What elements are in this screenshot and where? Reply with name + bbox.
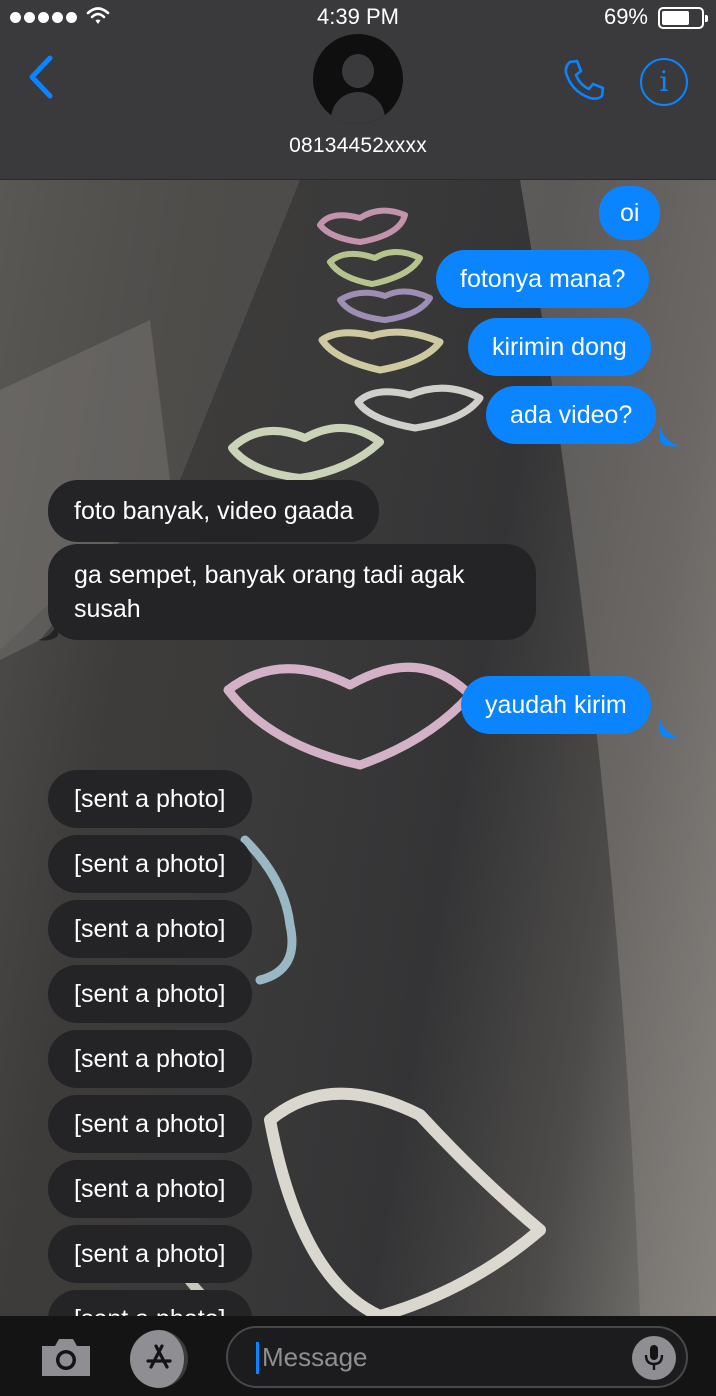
message-placeholder: Message bbox=[262, 1342, 368, 1372]
battery-icon bbox=[658, 7, 708, 29]
camera-icon[interactable] bbox=[38, 1334, 94, 1380]
battery-percentage: 69% bbox=[603, 4, 648, 29]
status-bar: 4:39 PM 69% bbox=[0, 0, 716, 34]
message-bubble-outgoing[interactable]: yaudah kirim bbox=[461, 676, 651, 734]
app-store-icon[interactable] bbox=[130, 1330, 188, 1388]
message-bubble-outgoing[interactable]: ada video? bbox=[486, 386, 657, 444]
bubble-tail bbox=[38, 620, 58, 641]
info-icon[interactable]: i bbox=[640, 58, 688, 106]
person-silhouette-icon bbox=[342, 54, 374, 88]
message-bubble-incoming[interactable]: [sent a photo] bbox=[48, 835, 252, 893]
message-bubble-outgoing[interactable]: fotonya mana? bbox=[436, 250, 650, 308]
contact-avatar[interactable] bbox=[313, 34, 403, 124]
message-bubble-incoming[interactable]: [sent a photo] bbox=[48, 900, 252, 958]
text-caret bbox=[256, 1342, 259, 1374]
message-bubble-incoming[interactable]: [sent a photo] bbox=[48, 965, 252, 1023]
conversation-header: 08134452xxxx i bbox=[0, 34, 716, 180]
message-bubble-incoming[interactable]: [sent a photo] bbox=[48, 1225, 252, 1283]
bubble-tail bbox=[660, 718, 680, 739]
message-bubble-incoming[interactable]: ga sempet, banyak orang tadi agak susah bbox=[48, 544, 536, 640]
message-bubble-incoming[interactable]: foto banyak, video gaada bbox=[48, 480, 380, 542]
message-bubble-incoming[interactable]: [sent a photo] bbox=[48, 1160, 252, 1218]
microphone-icon[interactable] bbox=[632, 1336, 676, 1380]
bubble-tail bbox=[660, 426, 680, 447]
message-bubble-incoming[interactable]: [sent a photo] bbox=[48, 1290, 252, 1316]
message-input[interactable]: Message bbox=[226, 1326, 688, 1388]
message-bubble-incoming[interactable]: [sent a photo] bbox=[48, 1095, 252, 1153]
phone-icon[interactable] bbox=[560, 56, 608, 104]
compose-bar: Message bbox=[0, 1316, 716, 1396]
chevron-left-icon[interactable] bbox=[22, 52, 62, 102]
message-bubble-outgoing[interactable]: oi bbox=[599, 186, 661, 240]
message-list[interactable]: oi fotonya mana? kirimin dong ada video?… bbox=[0, 180, 716, 1316]
message-bubble-incoming[interactable]: [sent a photo] bbox=[48, 770, 252, 828]
message-bubble-incoming[interactable]: [sent a photo] bbox=[48, 1030, 252, 1088]
message-bubble-outgoing[interactable]: kirimin dong bbox=[468, 318, 651, 376]
contact-name[interactable]: 08134452xxxx bbox=[0, 134, 716, 158]
